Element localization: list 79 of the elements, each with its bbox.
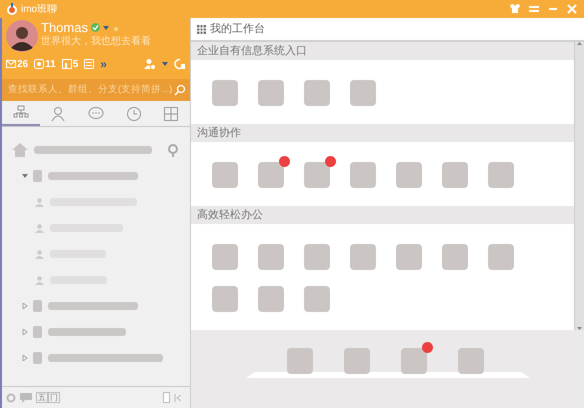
collapse-panel-icon[interactable] — [174, 394, 182, 402]
section-header: 高效轻松办公 — [191, 206, 574, 224]
app-tile[interactable] — [488, 244, 514, 270]
app-tile[interactable] — [258, 80, 284, 106]
app-tile[interactable] — [212, 80, 238, 106]
close-icon[interactable] — [566, 3, 578, 15]
input-method-key[interactable]: 冂 — [48, 392, 60, 403]
grid-icon — [197, 24, 206, 34]
menu-icon[interactable] — [528, 3, 540, 15]
scrollbar[interactable] — [574, 42, 584, 330]
app-tile[interactable] — [258, 162, 284, 188]
app-logo-icon — [6, 3, 18, 15]
signature: 世界很大，我也想去看看 — [41, 35, 151, 49]
add-contact-icon[interactable] — [144, 58, 156, 70]
search-field[interactable]: 查找联系人、群组、分支(支持简拼...) — [2, 79, 190, 101]
app-tile[interactable] — [212, 162, 238, 188]
app-tile[interactable] — [350, 162, 376, 188]
scroll-up-icon[interactable] — [577, 42, 582, 45]
user-name: Thomas — [41, 20, 88, 35]
unread-count: 26 — [17, 58, 28, 72]
app-tile[interactable] — [458, 348, 484, 374]
chat-icon — [88, 106, 104, 122]
collapse-caret-icon[interactable] — [22, 355, 28, 361]
collapse-caret-icon[interactable] — [22, 329, 28, 335]
app-tile[interactable] — [401, 348, 427, 374]
app-tile[interactable] — [212, 244, 238, 270]
app-tile[interactable] — [258, 244, 284, 270]
home-icon — [12, 143, 28, 157]
phone-icon[interactable] — [163, 392, 170, 403]
location-pin-icon — [168, 144, 178, 156]
mail-icon[interactable] — [6, 59, 16, 69]
sync-icon[interactable] — [174, 58, 186, 70]
app-tile[interactable] — [442, 162, 468, 188]
window-title: imo班聊 — [21, 2, 58, 16]
caret-icon[interactable] — [102, 26, 109, 30]
input-method-key[interactable]: 五 — [36, 392, 48, 403]
section-header: 企业自有信息系统入口 — [191, 42, 574, 60]
app-tile[interactable] — [344, 348, 370, 374]
app-tile[interactable] — [350, 80, 376, 106]
folder-icon — [33, 326, 42, 338]
workspace-title: 我的工作台 — [210, 22, 265, 37]
person-icon — [35, 198, 44, 206]
memo-icon[interactable] — [84, 59, 94, 69]
folder-icon — [33, 352, 42, 364]
app-tile[interactable] — [396, 244, 422, 270]
notice-icon[interactable] — [34, 59, 44, 69]
section-header: 沟通协作 — [191, 124, 574, 142]
person-icon — [35, 250, 44, 258]
unread-count: 5 — [72, 58, 78, 72]
message-icon[interactable] — [20, 392, 32, 402]
caret-icon[interactable] — [162, 62, 168, 66]
org-chart-icon — [12, 104, 29, 120]
app-tile[interactable] — [442, 244, 468, 270]
app-tile[interactable] — [212, 286, 238, 312]
app-tile[interactable] — [488, 162, 514, 188]
report-icon[interactable] — [62, 59, 72, 69]
app-tile[interactable] — [304, 244, 330, 270]
app-tile[interactable] — [396, 162, 422, 188]
search-icon — [174, 84, 186, 96]
app-tile[interactable] — [304, 286, 330, 312]
app-tile[interactable] — [350, 244, 376, 270]
avatar — [6, 20, 38, 52]
person-icon — [50, 106, 66, 122]
collapse-caret-icon[interactable] — [22, 303, 28, 309]
app-tile[interactable] — [258, 286, 284, 312]
app-tile[interactable] — [287, 348, 313, 374]
skin-icon[interactable] — [509, 3, 521, 15]
expand-caret-icon[interactable] — [22, 173, 28, 179]
folder-icon — [33, 170, 42, 182]
folder-icon — [33, 300, 42, 312]
person-icon — [35, 276, 44, 284]
unread-count: 11 — [45, 58, 56, 72]
clock-icon — [126, 106, 142, 122]
app-tile[interactable] — [304, 162, 330, 188]
person-icon — [35, 224, 44, 232]
app-grid-icon — [163, 106, 180, 122]
settings-icon[interactable] — [6, 392, 16, 402]
app-tile[interactable] — [304, 80, 330, 106]
more-link[interactable]: » — [100, 55, 107, 73]
